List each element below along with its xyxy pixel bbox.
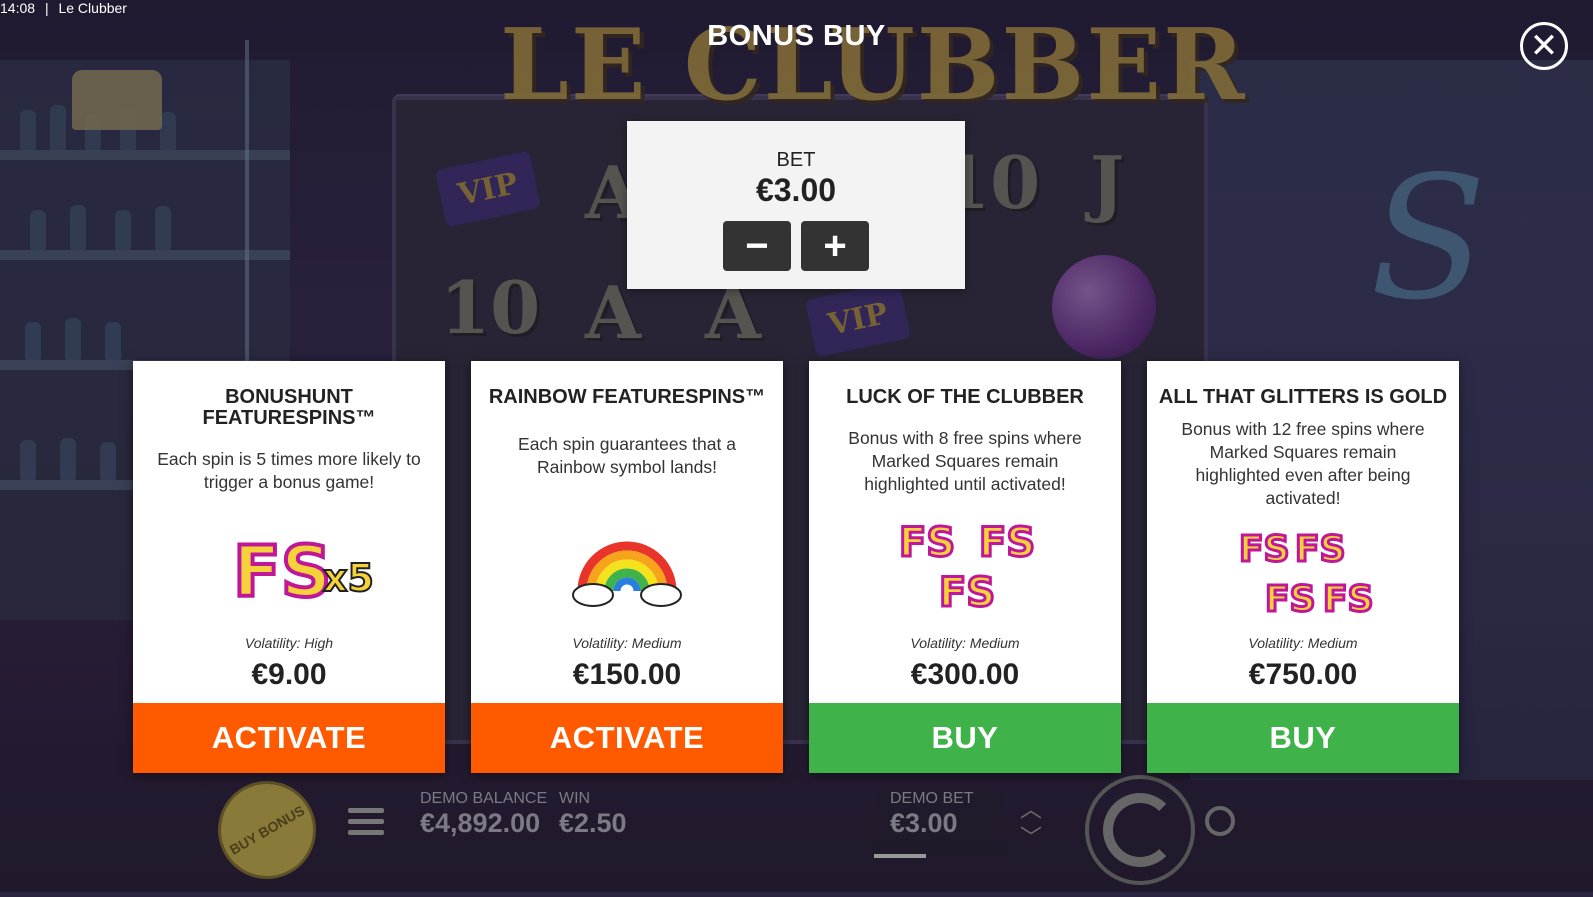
card-description: Bonus with 12 free spins where Marked Sq… [1181,419,1425,508]
card-title: BONUSHUNT FEATURESPINS™ [202,386,376,429]
card-description: Each spin is 5 times more likely to trig… [157,449,421,492]
bonus-card-luck-of-the-clubber: LUCK OF THE CLUBBER Bonus with 8 free sp… [809,361,1121,773]
svg-text:FS: FS [1265,579,1316,620]
status-bar: 14:08 | Le Clubber [0,0,133,16]
rainbow-icon [471,511,783,621]
dialog-title: BONUS BUY [707,20,886,52]
win-label: WIN [559,790,591,807]
bet-decrease-button[interactable]: − [723,221,791,271]
bet-display: DEMO BET €3.00 [890,790,974,839]
spin-icon [1103,793,1177,867]
bet-selector-label: BET [776,149,816,171]
card-volatility: Volatility: Medium [572,635,682,651]
card-title: ALL THAT GLITTERS IS GOLD [1158,386,1448,408]
svg-text:FS: FS [979,520,1035,566]
activate-button[interactable]: ACTIVATE [471,703,783,773]
card-price: €9.00 [251,658,327,691]
buy-button[interactable]: BUY [809,703,1121,773]
card-price: €750.00 [1248,658,1358,691]
card-price: €300.00 [910,658,1020,691]
balance-display: DEMO BALANCE €4,892.00 [420,790,547,839]
close-button[interactable]: ✕ [1520,22,1568,70]
svg-text:FS: FS [1323,579,1374,620]
menu-icon[interactable] [348,808,384,836]
close-icon: ✕ [1529,27,1559,65]
free-spins-icon: FS FS FS FS [1147,519,1459,629]
win-display: WIN €2.50 [559,790,627,839]
card-description: Each spin guarantees that a Rainbow symb… [518,434,736,477]
app-title: Le Clubber [58,0,127,16]
activate-button[interactable]: ACTIVATE [133,703,445,773]
bonus-card-all-that-glitters: ALL THAT GLITTERS IS GOLD Bonus with 12 … [1147,361,1459,773]
free-spins-icon: FS FS FS [809,511,1121,621]
win-value: €2.50 [559,808,627,838]
minus-icon: − [745,224,769,268]
svg-text:x5: x5 [323,556,374,600]
bonus-card-rainbow: RAINBOW FEATURESPINS™ Each spin guarante… [471,361,783,773]
card-volatility: Volatility: Medium [910,635,1020,651]
bet-indicator [874,854,926,858]
autoplay-icon[interactable] [1205,806,1235,836]
bet-arrows-icon[interactable]: ︿ ﹀ [1020,796,1042,852]
card-volatility: Volatility: High [244,635,334,651]
svg-text:FS: FS [899,520,955,566]
bet-label: DEMO BET [890,790,974,807]
svg-text:FS: FS [1295,529,1346,570]
bet-increase-button[interactable]: + [801,221,869,271]
bet-selector-value: €3.00 [755,172,837,208]
svg-text:FS: FS [1239,529,1290,570]
card-title: LUCK OF THE CLUBBER [846,386,1084,408]
status-separator: | [44,0,49,16]
fs-x5-icon: FS x5 [133,511,445,621]
card-volatility: Volatility: Medium [1248,635,1358,651]
balance-label: DEMO BALANCE [420,790,548,807]
card-description: Bonus with 8 free spins where Marked Squ… [848,428,1082,494]
plus-icon: + [823,224,847,268]
card-price: €150.00 [572,658,682,691]
balance-value: €4,892.00 [420,808,541,838]
clock: 14:08 [0,0,36,16]
buy-button[interactable]: BUY [1147,703,1459,773]
bet-display-value: €3.00 [890,808,958,838]
card-title: RAINBOW FEATURESPINS™ [488,386,766,408]
svg-text:FS: FS [939,570,995,616]
svg-text:FS: FS [233,531,331,613]
bonus-card-bonushunt: BONUSHUNT FEATURESPINS™ Each spin is 5 t… [133,361,445,773]
bet-selector: BET €3.00 − + [627,121,965,289]
